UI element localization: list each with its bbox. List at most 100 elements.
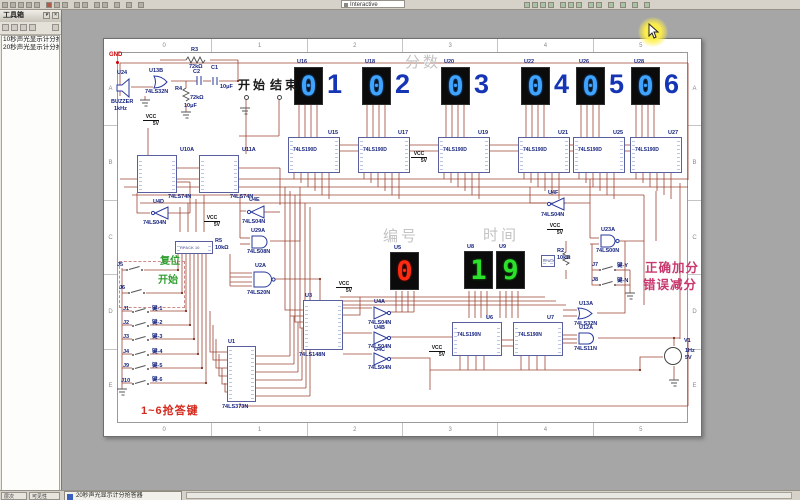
counter-chip[interactable]: 74LS190D [358,137,410,173]
toolbox-icon[interactable] [52,24,59,31]
tab-strip-field [186,492,792,499]
not-gate[interactable] [246,205,266,219]
sim-toolbar-icon[interactable] [588,2,594,8]
seven-seg-display[interactable]: 0 [521,67,550,105]
sim-toolbar-icon[interactable] [532,2,538,8]
play-icon [344,3,348,7]
project-item[interactable]: 20秒声光显示计分抢 [2,44,59,52]
toolbox-icon[interactable] [2,24,9,31]
not-gate[interactable] [372,331,392,345]
or-gate[interactable] [153,75,173,89]
latch-chip[interactable] [227,346,256,402]
toolbar-icon[interactable] [126,2,132,8]
buzzer-icon[interactable] [115,78,131,98]
switch[interactable] [132,379,149,388]
tab-visibility[interactable]: 可见性 [29,492,60,500]
toolbar-icon[interactable] [102,2,108,8]
project-item[interactable]: 10秒声光显示计分抢 [2,36,59,44]
sim-toolbar-icon[interactable] [560,2,566,8]
interactive-dropdown[interactable]: Interactive [341,0,405,8]
nand4-gate[interactable] [252,271,277,288]
toolbar-icon[interactable] [114,2,120,8]
close-icon[interactable]: × [52,12,59,19]
correct-annotation: 正确加分 [645,262,699,276]
sim-toolbar-icon[interactable] [620,2,626,8]
counter-chip[interactable]: 74LS190D [573,137,625,173]
and-gate[interactable] [250,235,272,249]
clock-source[interactable] [664,347,682,365]
flipflop-chip[interactable] [137,155,177,193]
seven-seg-display[interactable]: 0 [441,67,470,105]
toolbar-icon[interactable] [18,2,24,8]
counter-chip[interactable]: 74LS190D [518,137,570,173]
nand-gate[interactable] [599,234,621,248]
counter-chip[interactable]: 74LS190D [288,137,340,173]
switch[interactable] [132,321,149,330]
toolbox-header: 工具箱 ▾ × [0,9,61,23]
buzzer-name: BUZZER [111,99,133,105]
not-gate[interactable] [372,352,392,366]
switch-lever [135,308,146,312]
counter-chip[interactable]: 74LS190N [513,322,563,356]
toolbar-icon[interactable] [2,2,8,8]
sim-toolbar-icon[interactable] [524,2,530,8]
switch[interactable] [132,307,149,316]
toolbar-icon[interactable] [62,2,68,8]
switch[interactable] [132,364,149,373]
sim-toolbar-icon[interactable] [576,2,582,8]
toolbar-icon[interactable] [94,2,100,8]
counter-chip[interactable]: 74LS190D [630,137,682,173]
toolbar-icon[interactable] [46,2,52,8]
sim-toolbar-icon[interactable] [644,2,650,8]
toolbar-icon[interactable] [138,2,144,8]
sim-toolbar-icon[interactable] [608,2,614,8]
chip-part-label: 74LS190D [578,147,602,153]
toolbox-icon[interactable] [11,24,18,31]
switch[interactable] [132,350,149,359]
pin-button[interactable]: ▾ [43,12,50,19]
switch[interactable] [128,288,145,297]
toolbar-icon[interactable] [74,2,80,8]
rpack-chip[interactable]: RPACK [541,255,555,267]
switch[interactable] [599,265,616,274]
sim-toolbar-icon[interactable] [596,2,602,8]
number-display[interactable]: 0 [390,252,419,290]
counter-chip[interactable]: 74LS190N [452,322,502,356]
encoder-chip[interactable] [303,300,343,350]
toolbox-icon[interactable] [20,24,27,31]
start-terminal[interactable] [244,95,249,100]
switch-lever [129,266,140,270]
toolbar-icon[interactable] [34,2,40,8]
sim-toolbar-icon[interactable] [540,2,546,8]
gate-part-label: 74LS04N [541,212,564,218]
toolbar-icon[interactable] [10,2,16,8]
tab-hierarchy[interactable]: 层次 [1,492,27,500]
sim-toolbar-icon[interactable] [568,2,574,8]
not-gate[interactable] [150,206,170,220]
switch[interactable] [126,265,143,274]
flipflop-chip[interactable] [199,155,239,193]
toolbar-icon[interactable] [54,2,60,8]
and-gate[interactable] [577,332,599,345]
rpack-chip[interactable]: RPACK 10 [175,241,213,254]
not-gate[interactable] [372,306,392,320]
or-gate[interactable] [577,307,598,320]
switch-lever [131,289,142,293]
toolbar-icon[interactable] [82,2,88,8]
switch[interactable] [132,335,149,344]
counter-chip[interactable]: 74LS190D [438,137,490,173]
seven-seg-display[interactable]: 0 [362,67,391,105]
time-display-ones[interactable]: 9 [496,251,525,289]
sim-toolbar-icon[interactable] [548,2,554,8]
sim-toolbar-icon[interactable] [632,2,638,8]
toolbox-icon[interactable] [29,24,36,31]
toolbar-icon[interactable] [26,2,32,8]
time-display-tens[interactable]: 1 [464,251,493,289]
seven-seg-display[interactable]: 0 [631,67,660,105]
document-tab[interactable]: 20秒声光显示计分抢答器 [64,491,182,500]
switch[interactable] [599,280,616,289]
end-terminal[interactable] [277,95,282,100]
ic-ref: U1 [228,339,235,345]
not-gate[interactable] [546,197,566,211]
seven-seg-display[interactable]: 0 [576,67,605,105]
